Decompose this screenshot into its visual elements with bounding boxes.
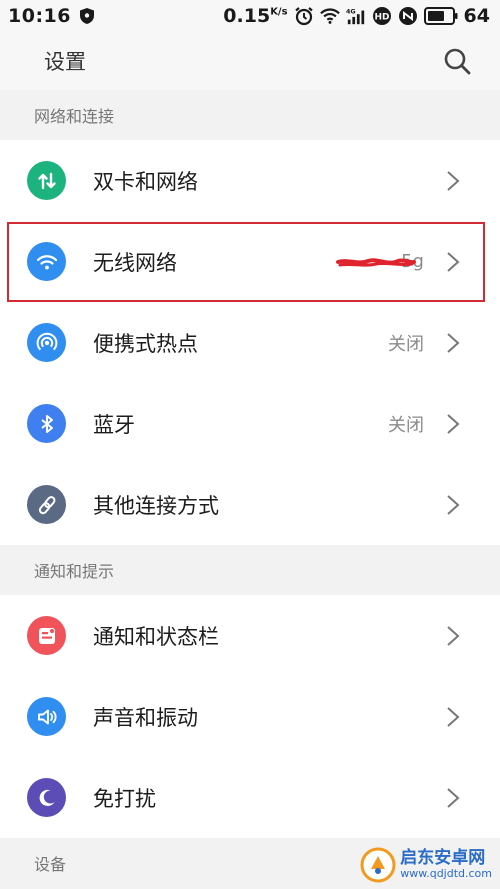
chevron-right-icon (447, 788, 460, 808)
row-label: 无线网络 (93, 250, 177, 275)
search-icon[interactable] (442, 46, 472, 76)
sidebar-item-notifications[interactable]: 通知和状态栏 (0, 595, 500, 676)
sidebar-item-dual-sim[interactable]: 双卡和网络 (0, 140, 500, 221)
battery-icon (423, 7, 458, 25)
network-speed: 0.15K/s (223, 5, 288, 27)
sidebar-item-sound[interactable]: 声音和振动 (0, 676, 500, 757)
chevron-right-icon (447, 333, 460, 353)
row-label: 免打扰 (93, 786, 156, 811)
notification-icon (27, 616, 66, 655)
signal-4g-icon: 4G (346, 8, 364, 25)
section-header-network: 网络和连接 (0, 90, 500, 140)
chevron-right-icon (447, 626, 460, 646)
sidebar-item-other-connections[interactable]: 其他连接方式 (0, 464, 500, 545)
chevron-right-icon (447, 707, 460, 727)
status-bar: 10:16 0.15K/s 4G HD 64 (0, 0, 500, 32)
row-label: 声音和振动 (93, 705, 198, 730)
notification-settings-group: 通知和状态栏 声音和振动 免打扰 (0, 595, 500, 838)
moon-icon (27, 778, 66, 817)
sidebar-item-hotspot[interactable]: 便携式热点 关闭 (0, 302, 500, 383)
wifi-network-name: 5g (401, 251, 424, 272)
row-label: 其他连接方式 (93, 493, 219, 518)
bluetooth-status: 关闭 (388, 414, 424, 436)
status-time: 10:16 (8, 5, 71, 27)
section-header-notifications: 通知和提示 (0, 545, 500, 595)
chevron-right-icon (447, 171, 460, 191)
swap-arrows-icon (27, 161, 66, 200)
sidebar-item-do-not-disturb[interactable]: 免打扰 (0, 757, 500, 838)
page-title: 设置 (44, 50, 86, 74)
alarm-icon (294, 7, 313, 26)
sidebar-item-bluetooth[interactable]: 蓝牙 关闭 (0, 383, 500, 464)
row-label: 便携式热点 (93, 331, 198, 356)
svg-text:4G: 4G (346, 8, 356, 15)
row-label: 通知和状态栏 (93, 624, 219, 649)
watermark-url: www.qdjdtd.com (400, 867, 492, 881)
wifi-status-icon (319, 8, 340, 24)
hotspot-status: 关闭 (388, 333, 424, 355)
chevron-right-icon (447, 414, 460, 434)
wifi-icon (27, 242, 66, 281)
sidebar-item-wifi[interactable]: 无线网络 5g (0, 221, 500, 302)
nfc-icon (398, 7, 417, 25)
svg-text:HD: HD (374, 13, 389, 23)
watermark: 启东安卓网 www.qdjdtd.com (360, 847, 492, 883)
network-settings-group: 双卡和网络 无线网络 5g 便携式热点 关闭 蓝牙 关闭 其他连接方式 (0, 140, 500, 545)
watermark-logo (360, 847, 396, 883)
chevron-right-icon (447, 495, 460, 515)
battery-percent: 64 (463, 5, 490, 27)
link-icon (27, 485, 66, 524)
row-label: 双卡和网络 (93, 169, 198, 194)
watermark-name: 启东安卓网 (400, 848, 486, 869)
speaker-icon (27, 697, 66, 736)
shield-icon (79, 8, 94, 24)
app-bar: 设置 (0, 32, 500, 90)
hd-icon: HD (372, 7, 391, 25)
chevron-right-icon (447, 252, 460, 272)
row-label: 蓝牙 (93, 412, 135, 437)
hotspot-icon (27, 323, 66, 362)
bluetooth-icon (27, 404, 66, 443)
